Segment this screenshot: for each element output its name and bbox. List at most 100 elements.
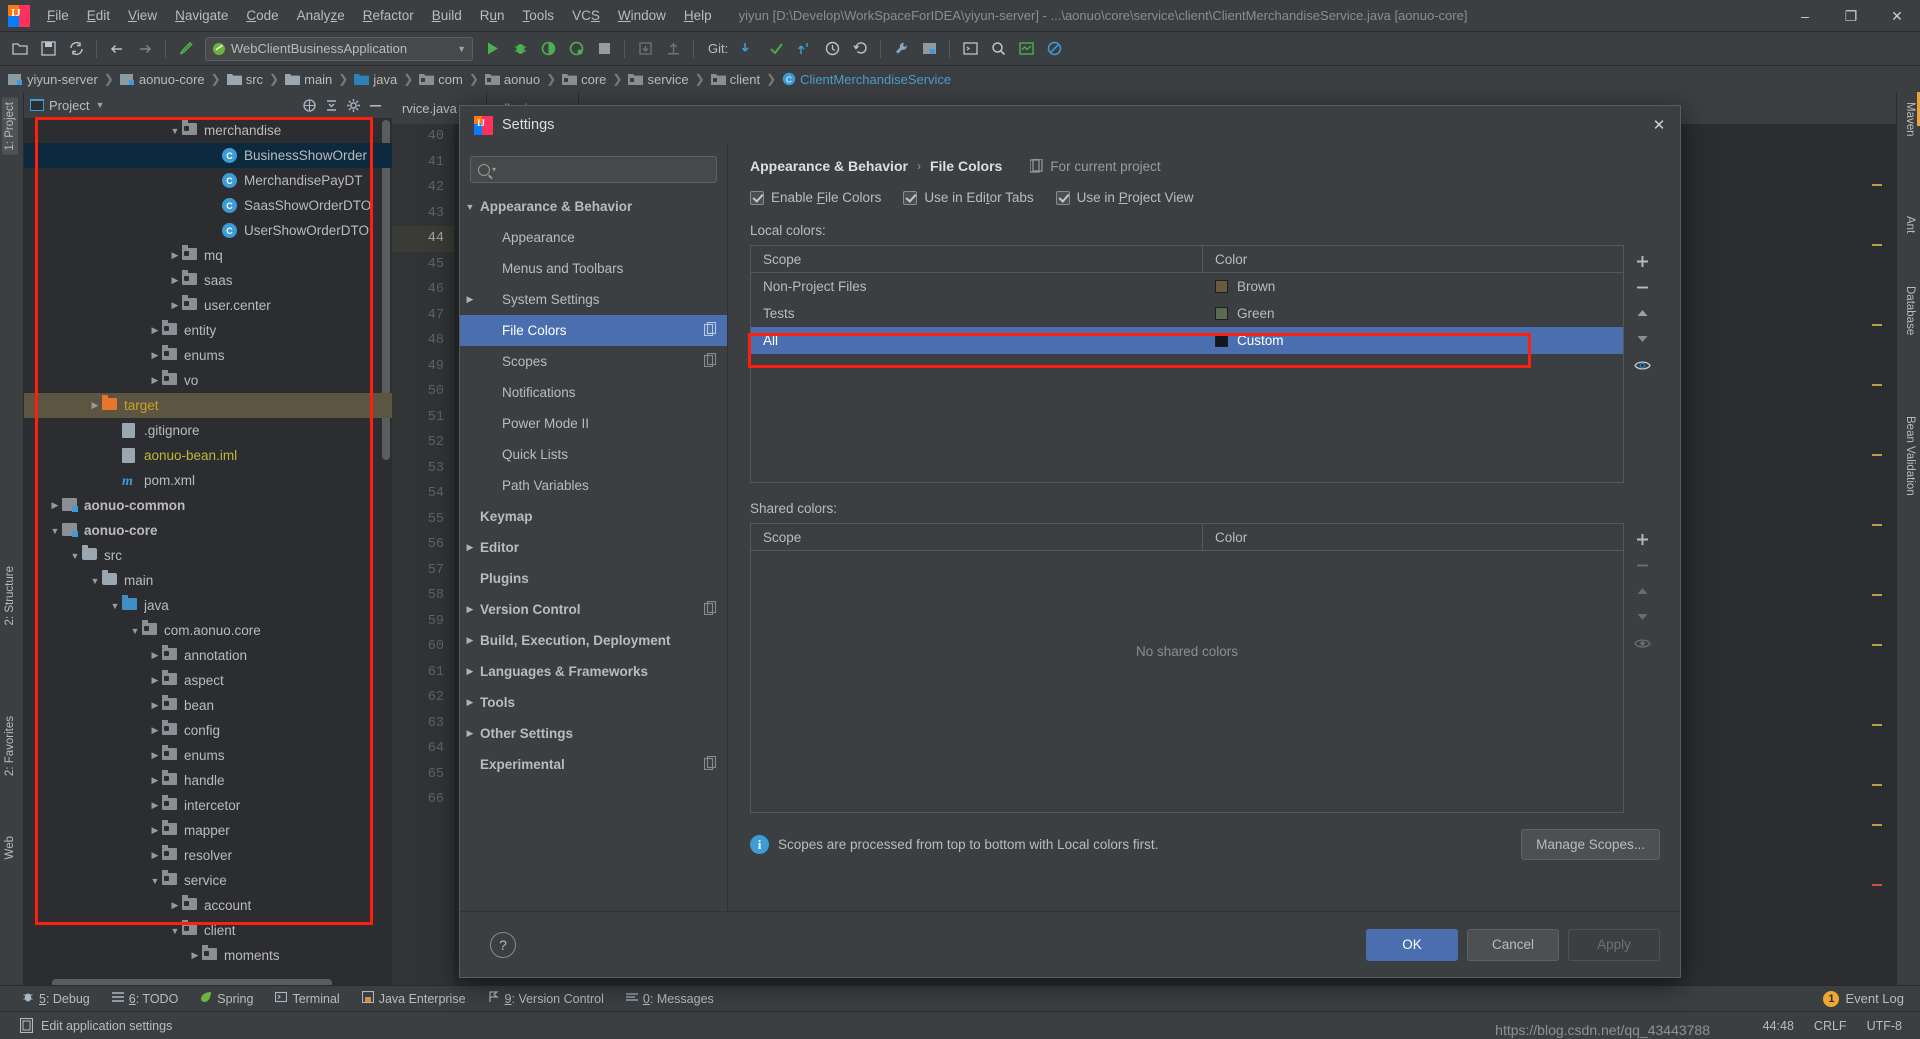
column-header-color-shared[interactable]: Color: [1203, 524, 1623, 551]
toggle-right-icon[interactable]: ▶: [148, 650, 162, 661]
preview-eye-icon[interactable]: [1628, 630, 1656, 656]
column-header-color[interactable]: Color: [1203, 246, 1623, 273]
tree-node-resolver[interactable]: ▶ resolver: [24, 843, 392, 868]
settings-tree-item-path-variables[interactable]: Path Variables: [460, 470, 727, 501]
copy-settings-icon[interactable]: [703, 352, 717, 370]
editor-marker[interactable]: [1872, 454, 1882, 456]
editor-marker[interactable]: [1872, 824, 1882, 826]
breadcrumb-item-aonuo[interactable]: aonuo ❯: [484, 72, 562, 87]
toggle-right-icon[interactable]: ▶: [148, 850, 162, 861]
settings-gear-icon[interactable]: [342, 94, 364, 116]
rail-tab-project[interactable]: 1: Project: [2, 98, 18, 155]
remove-icon[interactable]: [1628, 552, 1656, 578]
tool-window-messages[interactable]: 0: Messages: [625, 991, 714, 1006]
menu-analyze[interactable]: Analyze: [288, 4, 354, 27]
profile-icon[interactable]: [563, 36, 589, 62]
toggle-down-icon[interactable]: ▼: [88, 576, 102, 586]
tree-node-usershoworderdto[interactable]: C UserShowOrderDTO: [24, 218, 392, 243]
tree-node-annotation[interactable]: ▶ annotation: [24, 643, 392, 668]
toggle-down-icon[interactable]: ▼: [168, 926, 182, 936]
copy-settings-icon[interactable]: [703, 321, 717, 339]
rail-tab-ant[interactable]: Ant: [1902, 212, 1918, 237]
tool-window-spring[interactable]: Spring: [200, 991, 253, 1006]
settings-tree-item-tools[interactable]: ▶ Tools: [460, 687, 727, 718]
tree-node-moments[interactable]: ▶ moments: [24, 943, 392, 968]
toggle-right-icon[interactable]: ▶: [460, 542, 480, 553]
toggle-down-icon[interactable]: ▼: [48, 526, 62, 536]
tree-node-intercetor[interactable]: ▶ intercetor: [24, 793, 392, 818]
add-icon[interactable]: [1628, 248, 1656, 274]
run-configuration-selector[interactable]: WebClientBusinessApplication ▼: [205, 36, 473, 61]
toggle-right-icon[interactable]: ▶: [460, 728, 480, 739]
tool-window-versioncontrol[interactable]: 9: Version Control: [488, 991, 604, 1006]
editor-marker[interactable]: [1872, 324, 1882, 326]
checkbox-use-in-editor-tabs[interactable]: Use in Editor Tabs: [903, 190, 1034, 205]
settings-search-input[interactable]: ▾: [470, 156, 717, 183]
editor-marker[interactable]: [1872, 724, 1882, 726]
maximize-icon[interactable]: ❐: [1828, 0, 1874, 32]
close-icon[interactable]: ✕: [1646, 112, 1672, 138]
toggle-down-icon[interactable]: ▼: [108, 601, 122, 611]
ok-button[interactable]: OK: [1366, 928, 1458, 961]
checkbox-box[interactable]: [903, 190, 918, 205]
toggle-down-icon[interactable]: ▼: [460, 202, 480, 212]
editor-marker[interactable]: [1872, 524, 1882, 526]
tree-node-service[interactable]: ▼ service: [24, 868, 392, 893]
rail-tab-web[interactable]: Web: [2, 832, 18, 863]
copy-settings-icon[interactable]: [703, 600, 717, 618]
manage-scopes-button[interactable]: Manage Scopes...: [1521, 829, 1660, 860]
toggle-down-icon[interactable]: ▼: [68, 551, 82, 561]
settings-wrench-icon[interactable]: [888, 36, 914, 62]
menu-refactor[interactable]: Refactor: [354, 4, 423, 27]
tree-node-client[interactable]: ▼ client: [24, 918, 392, 943]
settings-tree-item-plugins[interactable]: Plugins: [460, 563, 727, 594]
save-all-icon[interactable]: [35, 36, 61, 62]
toggle-right-icon[interactable]: ▶: [148, 325, 162, 336]
column-header-scope-shared[interactable]: Scope: [751, 523, 1203, 551]
editor-marker[interactable]: [1872, 594, 1882, 596]
breadcrumb-item-service[interactable]: service ❯: [628, 72, 710, 87]
breadcrumb-item-core[interactable]: core ❯: [562, 72, 628, 87]
breadcrumb-item-com[interactable]: com ❯: [419, 72, 485, 87]
toggle-down-icon[interactable]: ▼: [128, 626, 142, 636]
caret-position[interactable]: 44:48: [1763, 1019, 1794, 1033]
move-down-icon[interactable]: [1628, 604, 1656, 630]
toggle-right-icon[interactable]: ▶: [460, 604, 480, 615]
toggle-right-icon[interactable]: ▶: [168, 300, 182, 311]
editor-marker[interactable]: [1872, 784, 1882, 786]
tree-node-aspect[interactable]: ▶ aspect: [24, 668, 392, 693]
tree-node-account[interactable]: ▶ account: [24, 893, 392, 918]
menu-code[interactable]: Code: [237, 4, 287, 27]
tree-node-mapper[interactable]: ▶ mapper: [24, 818, 392, 843]
run-icon[interactable]: [479, 36, 505, 62]
toggle-right-icon[interactable]: ▶: [148, 775, 162, 786]
toggle-down-icon[interactable]: ▼: [148, 876, 162, 886]
tree-node-java[interactable]: ▼ java: [24, 593, 392, 618]
tree-node-merchandisepaydt[interactable]: C MerchandisePayDT: [24, 168, 392, 193]
open-folder-icon[interactable]: [7, 36, 33, 62]
shared-colors-table[interactable]: Scope Color No shared colors: [750, 523, 1624, 813]
remove-icon[interactable]: [1628, 274, 1656, 300]
tool-window-todo[interactable]: 6: TODO: [111, 991, 178, 1006]
settings-tree[interactable]: ▼ Appearance & Behavior Appearance Menus an…: [460, 191, 727, 780]
menu-vcs[interactable]: VCS: [563, 4, 609, 27]
minimize-icon[interactable]: –: [1782, 0, 1828, 32]
preview-eye-icon[interactable]: [1628, 352, 1656, 378]
debug-icon[interactable]: [507, 36, 533, 62]
project-structure-icon[interactable]: [916, 36, 942, 62]
sync-icon[interactable]: [63, 36, 89, 62]
tree-node-entity[interactable]: ▶ entity: [24, 318, 392, 343]
forward-arrow-icon[interactable]: [132, 36, 158, 62]
apply-button[interactable]: Apply: [1568, 928, 1660, 961]
settings-tree-item-languages-frameworks[interactable]: ▶ Languages & Frameworks: [460, 656, 727, 687]
tree-node-businessshoworder[interactable]: C BusinessShowOrder: [24, 143, 392, 168]
toggle-right-icon[interactable]: ▶: [168, 900, 182, 911]
search-everywhere-icon[interactable]: [985, 36, 1011, 62]
tree-node-com-aonuo-core[interactable]: ▼ com.aonuo.core: [24, 618, 392, 643]
tree-node-main[interactable]: ▼ main: [24, 568, 392, 593]
close-icon[interactable]: ✕: [1874, 0, 1920, 32]
tool-window-javaenterprise[interactable]: Java Enterprise: [361, 990, 466, 1006]
menu-view[interactable]: View: [119, 4, 166, 27]
rail-tab-favorites[interactable]: 2: Favorites: [2, 712, 18, 780]
tree-node-vo[interactable]: ▶ vo: [24, 368, 392, 393]
